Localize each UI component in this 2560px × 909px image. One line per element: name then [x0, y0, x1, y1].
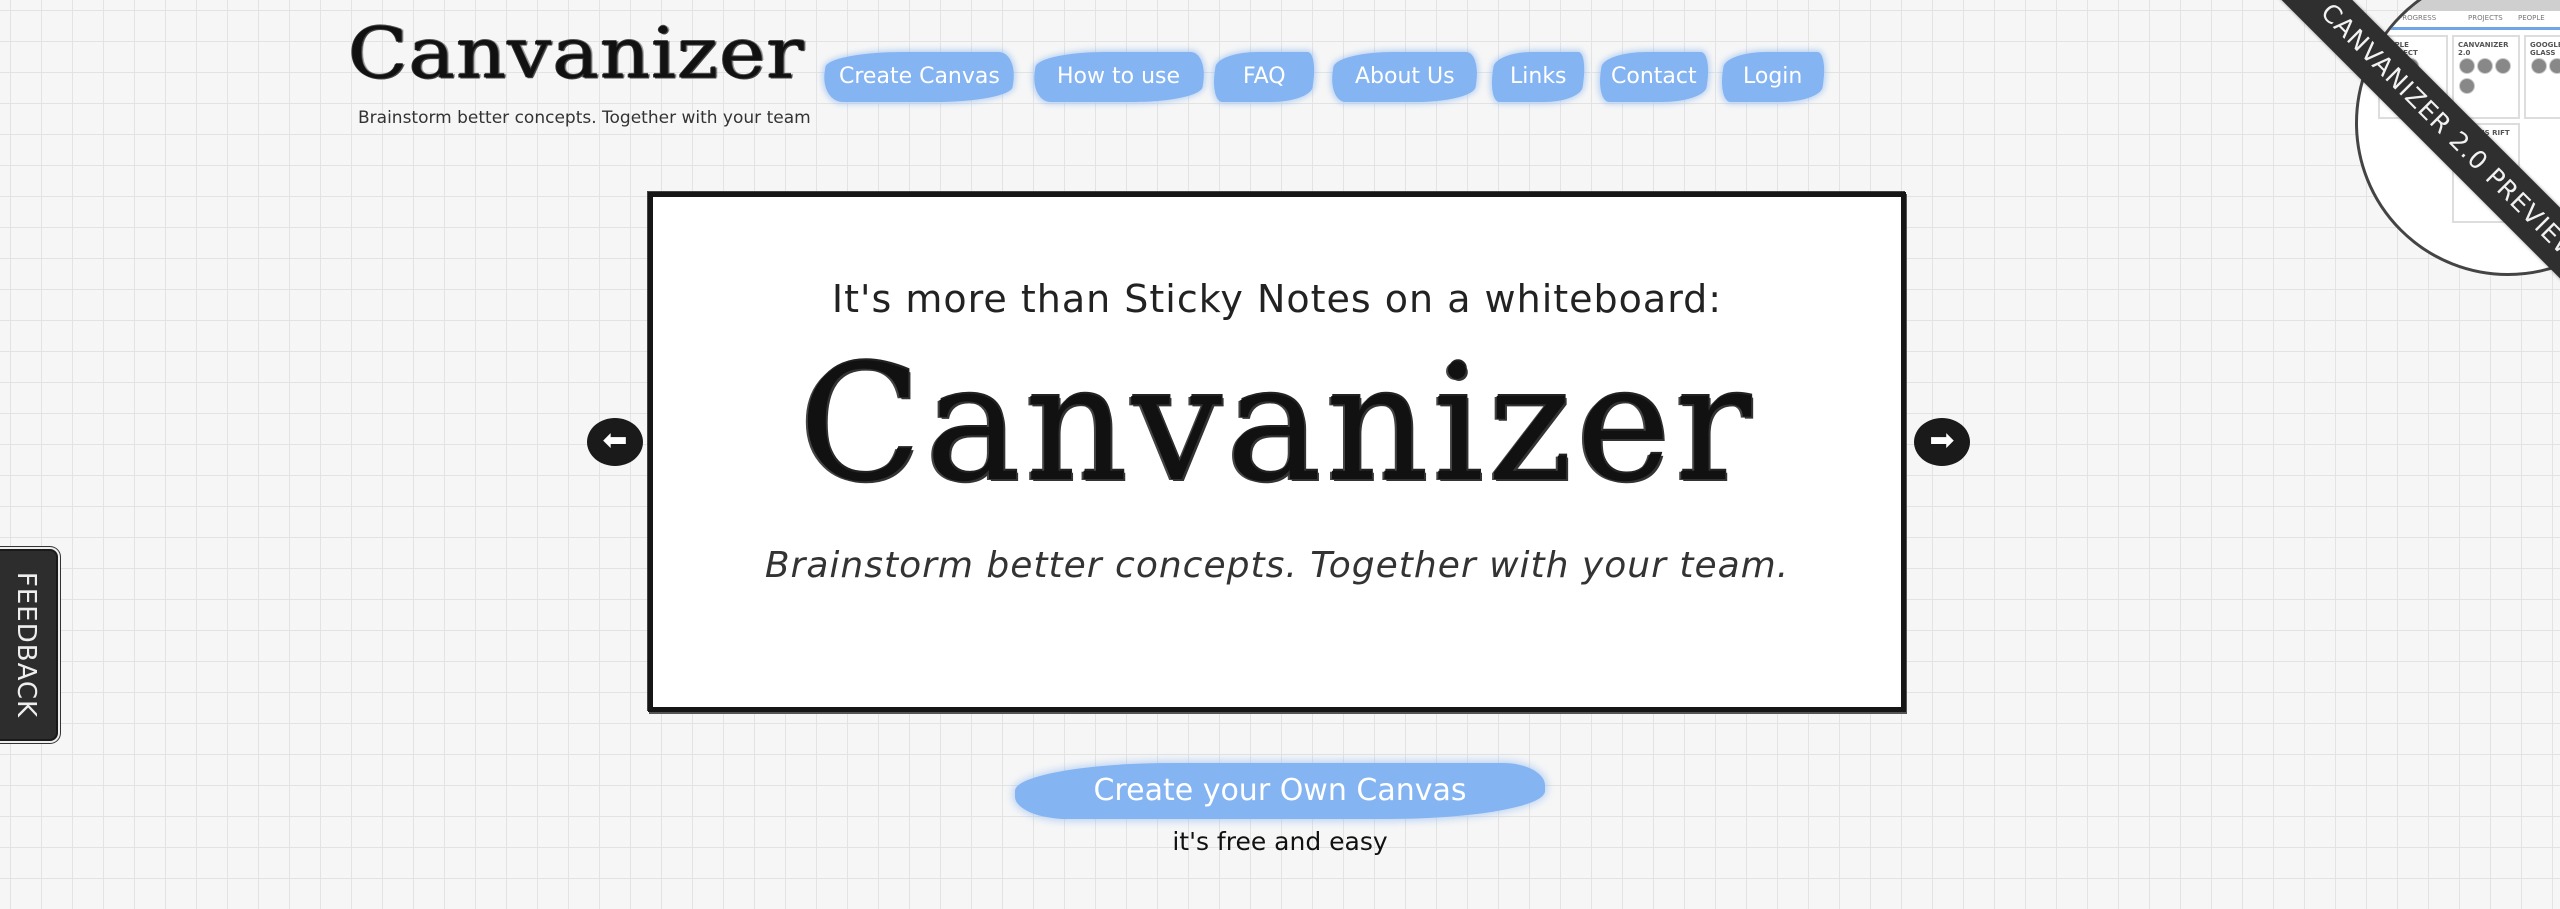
nav-contact[interactable]: Contact — [1596, 52, 1712, 102]
hero-slider: It's more than Sticky Notes on a whitebo… — [648, 192, 1906, 712]
slider-prev-button[interactable]: ⬅ — [587, 418, 643, 466]
avatar — [2459, 78, 2475, 94]
nav-links[interactable]: Links — [1488, 52, 1588, 102]
nav-label: Links — [1509, 64, 1567, 89]
nav-login[interactable]: Login — [1718, 52, 1828, 102]
preview-card-title: CANVANIZER 2.0 — [2458, 41, 2509, 57]
nav-label: Login — [1743, 64, 1803, 89]
nav-label: Create Canvas — [838, 64, 1000, 89]
header: Canvanizer Brainstorm better concepts. T… — [348, 18, 811, 128]
slide-intro-text: It's more than Sticky Notes on a whitebo… — [831, 277, 1723, 321]
preview-corner[interactable]: PROGRESS PROJECTS PEOPLE APPLE PROJECT C… — [2260, 0, 2560, 300]
nav-faq[interactable]: FAQ — [1210, 52, 1318, 102]
preview-card: GOOGLE GLASS — [2524, 35, 2560, 119]
arrow-left-icon: ⬅ — [602, 423, 628, 458]
preview-underline — [2358, 27, 2560, 30]
create-own-canvas-button[interactable]: Create your Own Canvas — [1015, 763, 1545, 819]
feedback-tab[interactable]: FEEDBACK — [0, 549, 58, 741]
feedback-label: FEEDBACK — [11, 571, 41, 719]
avatar — [2459, 58, 2475, 74]
nav-label: Contact — [1611, 64, 1697, 89]
nav-label: About Us — [1354, 64, 1455, 89]
slide-title: Canvanizer — [798, 330, 1756, 517]
preview-tab: PROGRESS — [2398, 14, 2437, 22]
nav-about-us[interactable]: About Us — [1328, 52, 1481, 102]
nav-how-to-use[interactable]: How to use — [1030, 52, 1208, 102]
preview-tabs: PROGRESS PROJECTS PEOPLE — [2358, 11, 2560, 27]
preview-tab: PEOPLE — [2518, 14, 2545, 22]
avatar — [2549, 58, 2560, 74]
nav-create-canvas[interactable]: Create Canvas — [820, 52, 1018, 102]
logo[interactable]: Canvanizer — [348, 18, 808, 90]
slide-tagline: Brainstorm better concepts. Together wit… — [764, 545, 1790, 586]
avatar — [2477, 58, 2493, 74]
nav-label: FAQ — [1242, 64, 1286, 89]
preview-topbar — [2358, 0, 2560, 11]
tagline: Brainstorm better concepts. Together wit… — [358, 108, 811, 128]
preview-card: CANVANIZER 2.0 — [2452, 35, 2520, 119]
avatar — [2531, 58, 2547, 74]
nav-label: How to use — [1057, 64, 1181, 89]
preview-card-title: GOOGLE GLASS — [2530, 41, 2560, 57]
cta-subtext: it's free and easy — [1172, 827, 1388, 856]
preview-tab: PROJECTS — [2468, 14, 2503, 22]
arrow-right-icon: ➡ — [1929, 423, 1955, 458]
slider-next-button[interactable]: ➡ — [1914, 418, 1970, 466]
avatar — [2495, 58, 2511, 74]
